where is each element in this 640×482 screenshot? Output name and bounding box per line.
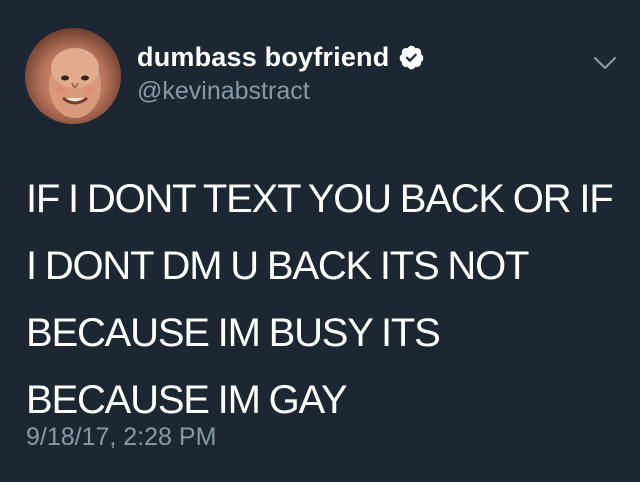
user-info: dumbass boyfriend @kevinabstract [137,40,425,106]
verified-badge-icon [398,44,425,71]
tweet-card: dumbass boyfriend @kevinabstract IF I DO… [0,0,640,482]
user-handle[interactable]: @kevinabstract [137,77,425,106]
chevron-down-icon[interactable] [593,55,617,71]
avatar[interactable] [25,28,121,124]
display-name[interactable]: dumbass boyfriend [137,42,389,73]
avatar-image [49,48,101,118]
tweet-text: IF I DONT TEXT YOU BACK OR IF I DONT DM … [26,177,614,422]
name-row: dumbass boyfriend [137,40,425,74]
tweet-timestamp[interactable]: 9/18/17, 2:28 PM [26,423,216,452]
